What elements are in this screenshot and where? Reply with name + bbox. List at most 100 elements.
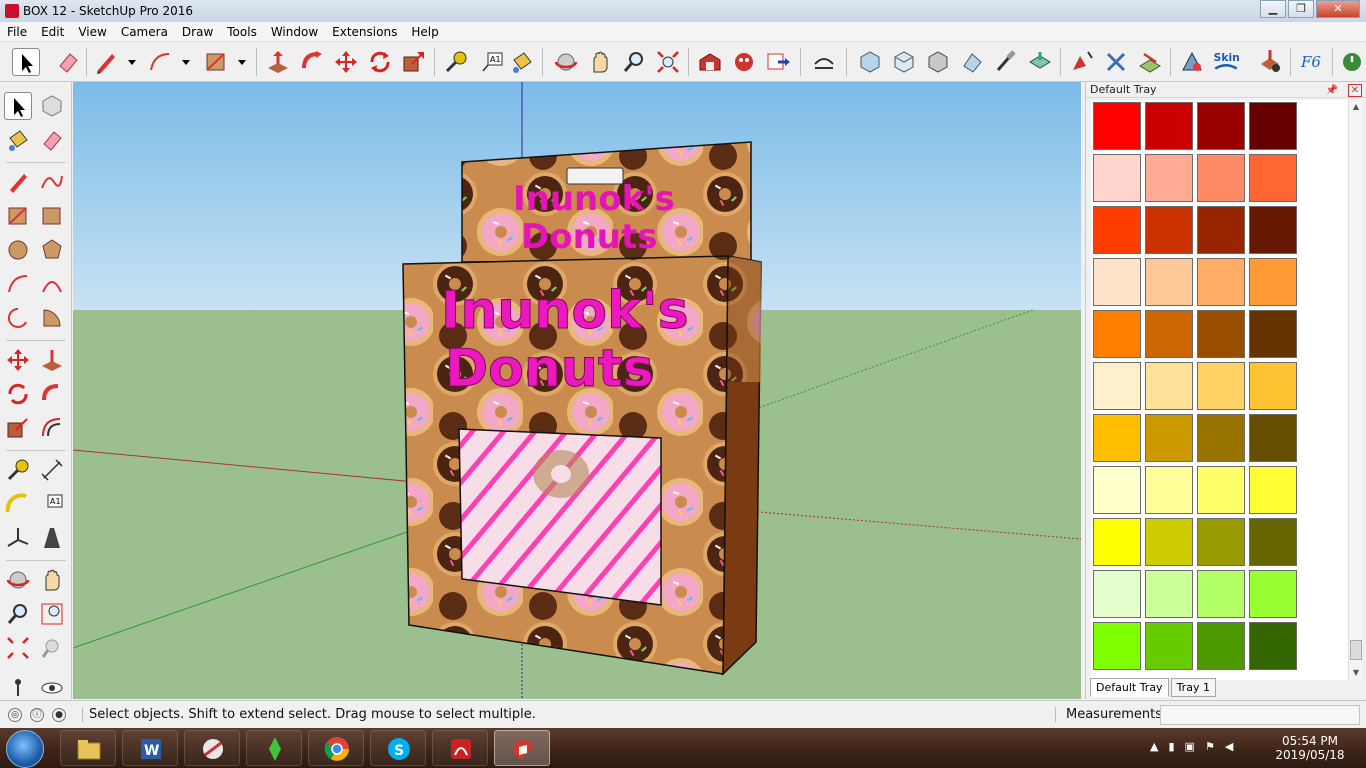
color-swatch[interactable]: [1197, 310, 1245, 358]
fredo-icon[interactable]: F6: [1298, 48, 1326, 76]
rotate-icon[interactable]: [366, 48, 394, 76]
pan-icon[interactable]: [586, 48, 614, 76]
tray-close-icon[interactable]: ✕: [1347, 84, 1362, 97]
color-swatch[interactable]: [1249, 414, 1297, 462]
send-to-layout-icon[interactable]: [764, 48, 792, 76]
color-swatch[interactable]: [1145, 414, 1193, 462]
top-view-icon[interactable]: [890, 48, 918, 76]
color-swatch[interactable]: [1093, 206, 1141, 254]
color-swatch[interactable]: [1145, 102, 1193, 150]
start-button-icon[interactable]: [6, 730, 44, 768]
menu-draw[interactable]: Draw: [175, 25, 220, 39]
modeling-viewport[interactable]: Inunok's Donuts Inunok's Donuts: [73, 82, 1081, 699]
follow-me-icon[interactable]: [298, 48, 326, 76]
joint-push-pull-icon[interactable]: [1136, 48, 1164, 76]
color-swatch[interactable]: [1197, 258, 1245, 306]
freehand-tool-icon[interactable]: [38, 168, 66, 196]
component-stats-icon[interactable]: [1256, 48, 1284, 76]
color-swatch[interactable]: [1249, 154, 1297, 202]
make-component-icon[interactable]: [38, 92, 66, 120]
color-swatch[interactable]: [1197, 622, 1245, 670]
user-icon[interactable]: ●: [52, 707, 66, 722]
zoom-tool-icon[interactable]: [4, 600, 32, 628]
vray-icon[interactable]: [1178, 48, 1206, 76]
weld-icon[interactable]: [1102, 48, 1130, 76]
file-explorer-icon[interactable]: [60, 730, 116, 766]
eraser-tool-icon[interactable]: [38, 126, 66, 154]
menu-window[interactable]: Window: [264, 25, 325, 39]
color-swatch[interactable]: [1145, 154, 1193, 202]
sims-icon[interactable]: [246, 730, 302, 766]
menu-tools[interactable]: Tools: [220, 25, 264, 39]
arc-dropdown-icon[interactable]: [172, 48, 190, 76]
menu-edit[interactable]: Edit: [34, 25, 71, 39]
look-around-tool-icon[interactable]: [38, 674, 66, 702]
color-swatch[interactable]: [1093, 518, 1141, 566]
offset-tool-icon[interactable]: [38, 414, 66, 442]
menu-file[interactable]: File: [0, 25, 34, 39]
tray-scrollbar[interactable]: ▲ ▼: [1348, 100, 1362, 680]
power-icon[interactable]: [1338, 48, 1366, 76]
menu-camera[interactable]: Camera: [114, 25, 175, 39]
color-swatch[interactable]: [1145, 206, 1193, 254]
word-icon[interactable]: W: [122, 730, 178, 766]
rotate-tool-icon[interactable]: [4, 380, 32, 408]
previous-view-tool-icon[interactable]: [38, 634, 66, 662]
color-swatch[interactable]: [1249, 102, 1297, 150]
pencil-dropdown-icon[interactable]: [118, 48, 136, 76]
pan-tool-icon[interactable]: [38, 566, 66, 594]
sketchup-style-icon[interactable]: [184, 730, 240, 766]
three-point-arc-tool-icon[interactable]: [4, 304, 32, 332]
signal-icon[interactable]: ▮: [1168, 740, 1174, 753]
color-swatch[interactable]: [1249, 362, 1297, 410]
warehouse-icon[interactable]: [696, 48, 724, 76]
paint-bucket-icon[interactable]: [508, 48, 536, 76]
scale-tool-icon[interactable]: [4, 414, 32, 442]
show-hidden-icon[interactable]: ▲: [1150, 740, 1158, 753]
move-tool-icon[interactable]: [4, 346, 32, 374]
iso-view-icon[interactable]: [856, 48, 884, 76]
color-swatch[interactable]: [1249, 466, 1297, 514]
menu-view[interactable]: View: [71, 25, 113, 39]
right-view-icon[interactable]: [958, 48, 986, 76]
device-icon[interactable]: ▣: [1185, 740, 1195, 753]
color-swatch[interactable]: [1093, 570, 1141, 618]
orbit-tool-icon[interactable]: [4, 566, 32, 594]
tape-measure-icon[interactable]: [442, 48, 470, 76]
maximize-icon[interactable]: ❐: [1288, 0, 1314, 18]
clock[interactable]: 05:54 PM 2019/05/18: [1270, 734, 1350, 762]
dimension-tool-icon[interactable]: [38, 456, 66, 484]
circle-tool-icon[interactable]: [4, 236, 32, 264]
color-swatch[interactable]: [1197, 518, 1245, 566]
tab-tray-1[interactable]: Tray 1: [1170, 678, 1216, 697]
push-pull-icon[interactable]: [264, 48, 292, 76]
color-swatch[interactable]: [1145, 362, 1193, 410]
paint-bucket-tool-icon[interactable]: [4, 126, 32, 154]
pin-icon[interactable]: 📌: [1326, 85, 1338, 96]
sketchup-icon[interactable]: [494, 730, 550, 766]
color-swatch[interactable]: [1145, 310, 1193, 358]
color-swatch[interactable]: [1197, 206, 1245, 254]
line-tool-icon[interactable]: [4, 168, 32, 196]
zoom-extents-icon[interactable]: [654, 48, 682, 76]
push-pull-tool-icon[interactable]: [38, 346, 66, 374]
follow-me-tool-icon[interactable]: [38, 380, 66, 408]
color-swatch[interactable]: [1249, 258, 1297, 306]
color-swatch[interactable]: [1145, 518, 1193, 566]
color-swatch[interactable]: [1197, 414, 1245, 462]
move-icon[interactable]: [332, 48, 360, 76]
orbit-icon[interactable]: [552, 48, 580, 76]
axes-tool-icon[interactable]: [4, 524, 32, 552]
rectangle-tool-icon[interactable]: [4, 202, 32, 230]
color-swatch[interactable]: [1093, 414, 1141, 462]
text-tool-icon[interactable]: A1: [38, 490, 66, 518]
arc-icon[interactable]: [146, 48, 174, 76]
scroll-down-icon[interactable]: ▼: [1349, 666, 1363, 680]
color-swatch[interactable]: [1145, 258, 1193, 306]
polygon-tool-icon[interactable]: [38, 236, 66, 264]
color-swatch[interactable]: [1197, 102, 1245, 150]
zoom-extents-tool-icon[interactable]: [4, 634, 32, 662]
flag-icon[interactable]: ⚑: [1205, 740, 1215, 753]
3d-text-tool-icon[interactable]: [38, 524, 66, 552]
sandbox-icon[interactable]: [810, 48, 838, 76]
